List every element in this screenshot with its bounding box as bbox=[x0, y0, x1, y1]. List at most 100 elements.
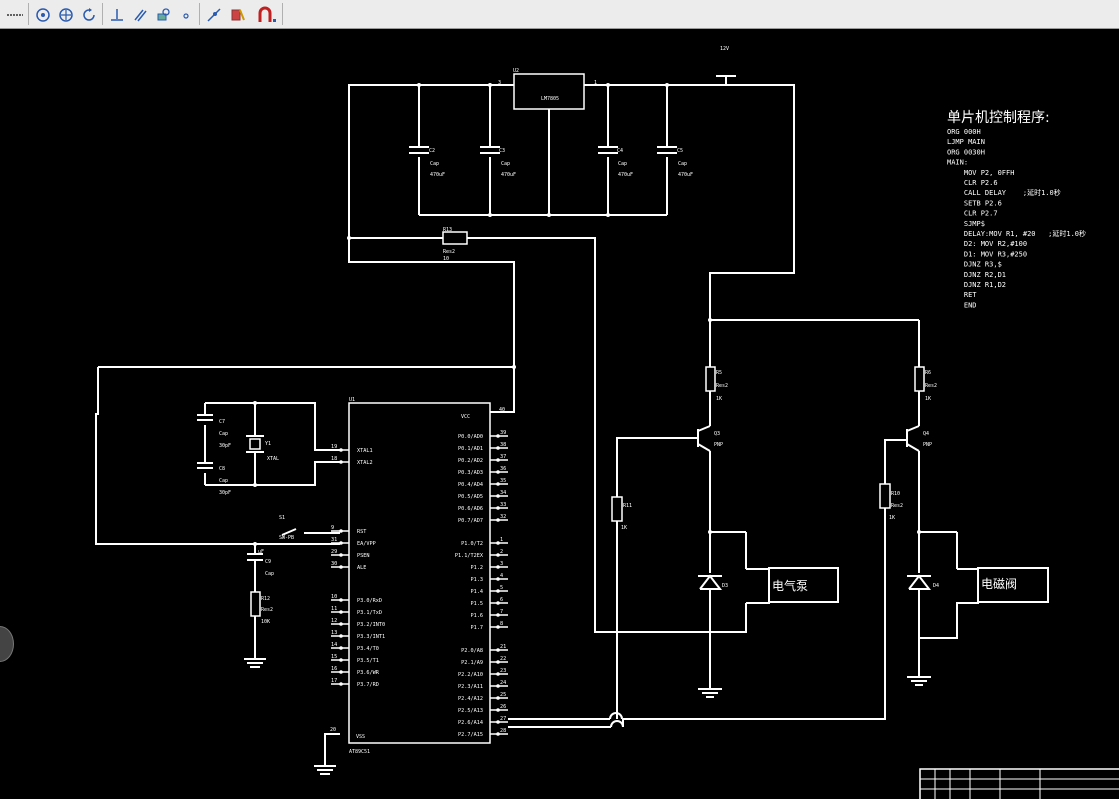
cap-value: 30pF bbox=[219, 443, 231, 449]
mcu-pins: 19XTAL118XTAL29RST31EA/VPP29PSEN30ALE10P… bbox=[331, 430, 508, 738]
r10-value: 1K bbox=[889, 515, 895, 521]
mcu-pin-number: 25 bbox=[500, 692, 506, 698]
probe-icon[interactable] bbox=[203, 4, 225, 25]
bus-icon[interactable] bbox=[129, 4, 151, 25]
mcu-pin-number: 16 bbox=[331, 666, 337, 672]
switch-ref: S1 bbox=[279, 515, 285, 521]
mcu-pin-label: P0.1/AD1 bbox=[458, 446, 483, 452]
regulator-pin-out: 1 bbox=[594, 80, 597, 86]
power-label: 12V bbox=[720, 46, 729, 52]
mcu-pin-number: 13 bbox=[331, 630, 337, 636]
load-valve: 电磁阀 bbox=[981, 576, 1017, 591]
q3-ref: Q3 bbox=[714, 431, 720, 437]
regulator-ref: U2 bbox=[513, 68, 519, 74]
mcu-pin-dot bbox=[339, 622, 343, 626]
mcu-pin-number: 10 bbox=[331, 594, 337, 600]
regulator-pin-in: 3 bbox=[498, 80, 501, 86]
schematic-canvas[interactable]: 19XTAL118XTAL29RST31EA/VPP29PSEN30ALE10P… bbox=[0, 29, 1119, 799]
zoom-circle-icon[interactable] bbox=[32, 4, 54, 25]
cap-ref: C4 bbox=[617, 148, 623, 154]
mcu-pin-label: P1.3 bbox=[471, 577, 484, 583]
mcu-pin-number: 17 bbox=[331, 678, 337, 684]
cap-type: Cap bbox=[501, 161, 510, 167]
r5-ref: R5 bbox=[716, 370, 722, 376]
r13-type: Res2 bbox=[443, 249, 455, 255]
junction-icon[interactable] bbox=[106, 4, 128, 25]
r11-value: 1K bbox=[621, 525, 627, 531]
program-line: SJMP$ bbox=[947, 220, 985, 228]
cap-ref: C3 bbox=[499, 148, 505, 154]
mcu-pin-dot bbox=[339, 634, 343, 638]
program-line: ORG 000H bbox=[947, 128, 981, 136]
mcu-pin-label: EA/VPP bbox=[357, 541, 376, 547]
mcu-pin-dot bbox=[339, 670, 343, 674]
d3-ref: D3 bbox=[722, 583, 728, 589]
mcu-pin-number: 1 bbox=[500, 537, 503, 543]
mcu-pin-label: P0.5/AD5 bbox=[458, 494, 483, 500]
q4-ref: Q4 bbox=[923, 431, 929, 437]
component-place-icon[interactable] bbox=[152, 4, 174, 25]
mcu-vss: VSS bbox=[356, 734, 365, 740]
program-line: DJNZ R1,D2 bbox=[947, 281, 1006, 289]
mcu-vcc-pin: 40 bbox=[499, 407, 505, 413]
mcu-pin-label: P1.0/T2 bbox=[461, 541, 483, 547]
program-listing: ORG 000H LJMP MAIN ORG 0030H MAIN: MOV P2, … bbox=[947, 128, 1086, 309]
program-line: D2: MOV R2,#100 bbox=[947, 240, 1027, 248]
program-line: MOV P2, 0FFH bbox=[947, 169, 1014, 177]
program-line: END bbox=[947, 301, 977, 309]
r13-ref: R13 bbox=[443, 227, 452, 233]
mcu-pin-number: 30 bbox=[331, 561, 337, 567]
mcu-pin-label: XTAL2 bbox=[357, 460, 373, 466]
mcu-pin-label: P1.5 bbox=[471, 601, 484, 607]
mcu-pin-number: 19 bbox=[331, 444, 337, 450]
mcu-pin-number: 8 bbox=[500, 621, 503, 627]
program-line: CALL DELAY ;延时1.0秒 bbox=[947, 188, 1061, 197]
mcu-pin-label: P1.1/T2EX bbox=[455, 553, 484, 559]
mcu-pin-dot bbox=[339, 553, 343, 557]
magnet-icon[interactable] bbox=[256, 4, 278, 25]
cap-value: uF bbox=[258, 549, 264, 555]
mcu-pin-label: P2.5/A13 bbox=[458, 708, 483, 714]
d4-ref: D4 bbox=[933, 583, 939, 589]
program-line: D1: MOV R3,#250 bbox=[947, 250, 1027, 258]
mcu-pin-label: ALE bbox=[357, 565, 366, 571]
mcu-pin-label: P3.6/WR bbox=[357, 670, 380, 676]
mcu-pin-number: 4 bbox=[500, 573, 503, 579]
mcu-pin-number: 2 bbox=[500, 549, 503, 555]
mcu-pin-number: 37 bbox=[500, 454, 506, 460]
mcu-pin-number: 35 bbox=[500, 478, 506, 484]
mcu-pin-dot bbox=[339, 541, 343, 545]
r10-type: Res2 bbox=[891, 503, 903, 509]
r11-ref: R11 bbox=[623, 503, 632, 509]
line-style-icon[interactable] bbox=[4, 4, 26, 25]
cap-type: Cap bbox=[430, 161, 439, 167]
schematic-toolbar bbox=[0, 0, 1119, 29]
mcu-pin-number: 14 bbox=[331, 642, 337, 648]
cap-value: 470uF bbox=[618, 172, 633, 178]
mcu-pin-label: P2.3/A11 bbox=[458, 684, 483, 690]
rotate-icon[interactable] bbox=[78, 4, 100, 25]
program-line: RET bbox=[947, 291, 977, 299]
r5-value: 1K bbox=[716, 396, 722, 402]
mcu-pin-label: XTAL1 bbox=[357, 448, 373, 454]
mcu-pin-number: 23 bbox=[500, 668, 506, 674]
mcu-pin-dot bbox=[339, 448, 343, 452]
cap-ref: C2 bbox=[429, 148, 435, 154]
mcu-pin-number: 7 bbox=[500, 609, 503, 615]
cap-value: 470uF bbox=[430, 172, 445, 178]
mcu-pin-number: 28 bbox=[500, 728, 506, 734]
r6-value: 1K bbox=[925, 396, 931, 402]
switch-type: SW-PB bbox=[279, 535, 294, 541]
program-line: MAIN: bbox=[947, 159, 968, 167]
q4-type: PNP bbox=[923, 442, 932, 448]
mcu-pin-dot bbox=[339, 646, 343, 650]
mcu-pin-number: 18 bbox=[331, 456, 337, 462]
mcu-ref: U1 bbox=[349, 397, 355, 403]
zoom-pan-icon[interactable] bbox=[55, 4, 77, 25]
paint-icon[interactable] bbox=[226, 4, 248, 25]
mcu-pin-number: 5 bbox=[500, 585, 503, 591]
dot-icon[interactable] bbox=[175, 4, 197, 25]
mcu-pin-number: 26 bbox=[500, 704, 506, 710]
mcu-pin-dot bbox=[339, 598, 343, 602]
r12-ref: R12 bbox=[261, 596, 270, 602]
